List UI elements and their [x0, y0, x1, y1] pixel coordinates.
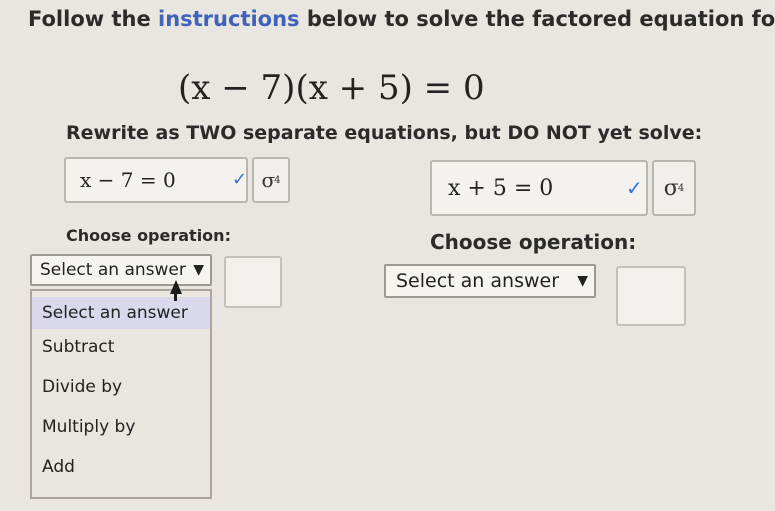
- dropdown-option-add[interactable]: Add: [32, 457, 210, 477]
- instructions-suffix: below to solve the factored equation for: [299, 7, 775, 31]
- right-choose-label: Choose operation:: [430, 230, 637, 254]
- left-sigma-button[interactable]: σ4: [252, 157, 290, 203]
- mouse-cursor-tail: [174, 292, 177, 301]
- right-operation-select[interactable]: Select an answer ▼: [384, 264, 596, 298]
- sigma-sup: 4: [274, 174, 281, 186]
- instructions-link[interactable]: instructions: [158, 7, 300, 31]
- right-equation-text: x + 5 = 0: [448, 175, 554, 201]
- dropdown-option-multiply-by[interactable]: Multiply by: [32, 417, 210, 437]
- right-select-value: Select an answer: [396, 270, 560, 292]
- instructions-text: Follow the instructions below to solve t…: [28, 6, 775, 32]
- sigma-icon: σ: [261, 168, 276, 192]
- sigma-icon: σ: [663, 175, 679, 201]
- rewrite-prompt: Rewrite as TWO separate equations, but D…: [66, 122, 703, 144]
- left-check-icon: ✓: [232, 169, 248, 190]
- sigma-sup: 4: [677, 182, 685, 194]
- left-choose-label: Choose operation:: [66, 226, 231, 245]
- chevron-down-icon: ▼: [577, 273, 588, 289]
- right-operation-value-input[interactable]: [616, 266, 686, 326]
- instructions-prefix: Follow the: [28, 7, 158, 31]
- right-check-icon: ✓: [626, 176, 643, 200]
- factored-equation: (x − 7)(x + 5) = 0: [178, 68, 485, 108]
- chevron-down-icon: ▼: [193, 262, 204, 278]
- left-operation-value-input[interactable]: [224, 256, 282, 308]
- operation-dropdown-list: Select an answer Subtract Divide by Mult…: [30, 289, 212, 499]
- left-operation-select[interactable]: Select an answer ▼: [30, 254, 212, 286]
- right-sigma-button[interactable]: σ4: [652, 160, 696, 216]
- left-select-value: Select an answer: [40, 260, 186, 280]
- dropdown-option-divide-by[interactable]: Divide by: [32, 377, 210, 397]
- left-equation-text: x − 7 = 0: [80, 168, 176, 192]
- right-equation-input[interactable]: x + 5 = 0 ✓: [430, 160, 648, 216]
- dropdown-option-select-an-answer[interactable]: Select an answer: [32, 297, 210, 329]
- left-equation-input[interactable]: x − 7 = 0 ✓: [64, 157, 248, 203]
- dropdown-option-subtract[interactable]: Subtract: [32, 337, 210, 357]
